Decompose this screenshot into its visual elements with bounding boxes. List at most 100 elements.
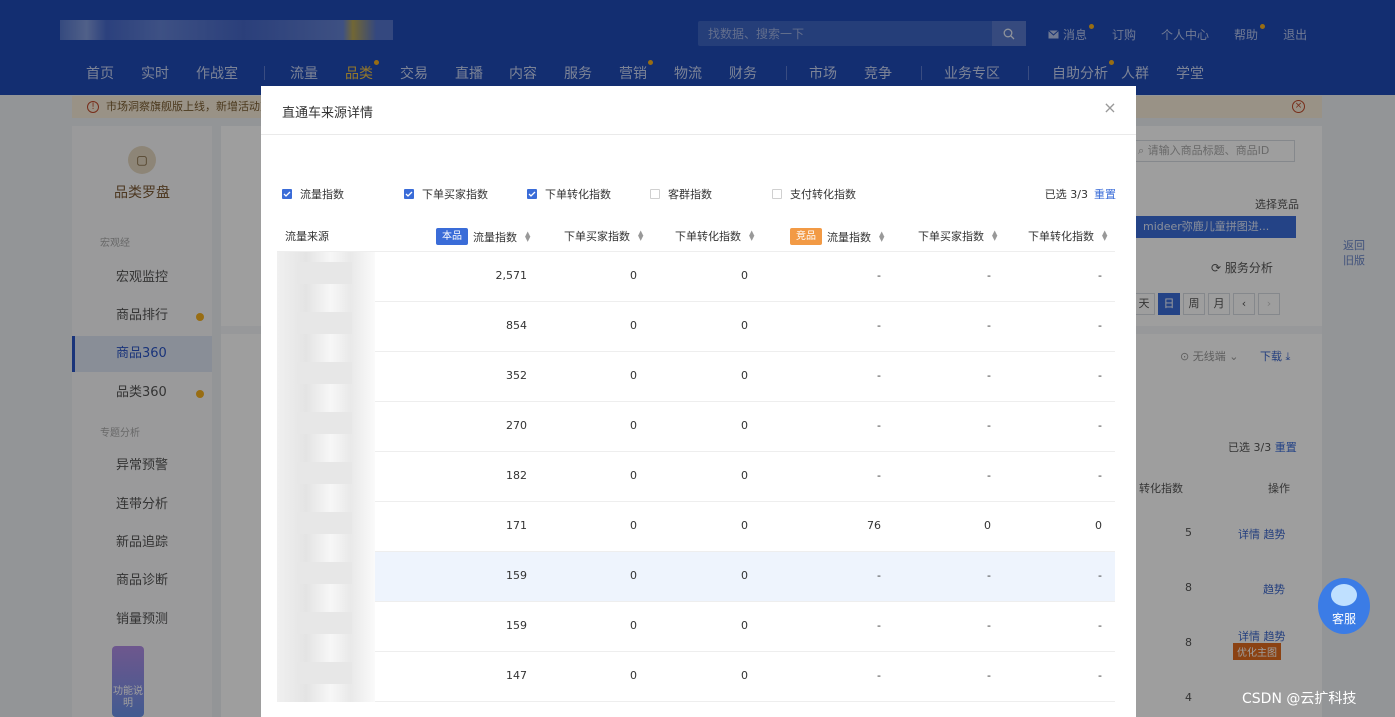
table-cell: - — [877, 269, 881, 282]
table-cell: 0 — [630, 669, 637, 682]
table-cell: - — [987, 269, 991, 282]
table-row[interactable]: 270 0 0 - - - — [277, 402, 1115, 452]
traffic-source-cell[interactable] — [277, 352, 375, 402]
checkbox-label: 下单买家指数 — [422, 188, 488, 201]
table-cell: 0 — [741, 619, 748, 632]
sort-icon: ▲ ▼ — [879, 229, 885, 243]
reset-link[interactable]: 重置 — [1094, 188, 1116, 201]
checkbox-flow-index[interactable]: 流量指数 — [282, 186, 344, 202]
table-row[interactable]: 147 0 0 - - - — [277, 652, 1115, 702]
table-cell: 0 — [741, 369, 748, 382]
checkbox-unchecked-icon — [772, 189, 782, 199]
col-header-own-conversion[interactable]: 下单转化指数 ▲ ▼ — [675, 228, 754, 244]
table-cell: 0 — [984, 519, 991, 532]
table-row[interactable]: 159 0 0 - - - — [277, 602, 1115, 652]
divider — [261, 134, 1136, 135]
checkbox-checked-icon — [282, 189, 292, 199]
checkbox-unchecked-icon — [650, 189, 660, 199]
checkbox-label: 支付转化指数 — [790, 188, 856, 201]
table-row[interactable]: 352 0 0 - - - — [277, 352, 1115, 402]
table-cell: - — [877, 419, 881, 432]
checkbox-conversion-index[interactable]: 下单转化指数 — [527, 186, 611, 202]
col-header-own-flow[interactable]: 本品 流量指数 ▲ ▼ — [436, 228, 530, 245]
traffic-source-cell[interactable] — [277, 302, 375, 352]
col-header-own-buyers[interactable]: 下单买家指数 ▲ ▼ — [564, 228, 643, 244]
table-row[interactable]: 182 0 0 - - - — [277, 452, 1115, 502]
selected-count: 已选 3/3 重置 — [1045, 186, 1116, 202]
table-cell: - — [987, 569, 991, 582]
traffic-source-cell[interactable] — [277, 552, 375, 602]
col-header-label: 下单买家指数 — [918, 230, 984, 243]
table-cell: - — [877, 369, 881, 382]
table-cell: 0 — [630, 519, 637, 532]
col-header-label: 下单买家指数 — [564, 230, 630, 243]
table-row[interactable]: 854 0 0 - - - — [277, 302, 1115, 352]
checkbox-label: 下单转化指数 — [545, 188, 611, 201]
table-cell: 0 — [630, 419, 637, 432]
customer-service-label: 客服 — [1331, 612, 1356, 626]
watermark: CSDN @云扩科技 — [1242, 691, 1357, 707]
traffic-source-cell[interactable] — [277, 502, 375, 552]
col-header-comp-buyers[interactable]: 下单买家指数 ▲ ▼ — [918, 228, 997, 244]
table-cell: 0 — [741, 519, 748, 532]
table-cell: - — [1098, 669, 1102, 682]
traffic-source-cell[interactable] — [277, 652, 375, 702]
traffic-source-cell[interactable] — [277, 452, 375, 502]
modal-title: 直通车来源详情 — [282, 106, 374, 121]
traffic-source-cell[interactable] — [277, 402, 375, 452]
table-cell: 159 — [506, 619, 527, 632]
table-cell: 854 — [506, 319, 527, 332]
table-row[interactable]: 171 0 0 76 0 0 — [277, 502, 1115, 552]
table-cell: 0 — [630, 569, 637, 582]
sort-icon: ▲ ▼ — [992, 229, 998, 242]
customer-service-button[interactable]: 客服 — [1318, 578, 1370, 634]
table-row[interactable]: 159 0 0 - - - — [277, 552, 1115, 602]
table-cell: - — [1098, 619, 1102, 632]
mascot-face-icon — [1331, 584, 1357, 606]
table-cell: 159 — [506, 569, 527, 582]
checkbox-pay-conversion-index[interactable]: 支付转化指数 — [772, 186, 856, 202]
col-header-comp-flow[interactable]: 竞品 流量指数 ▲ ▼ — [790, 228, 884, 245]
table-cell: - — [1098, 469, 1102, 482]
checkbox-checked-icon — [527, 189, 537, 199]
table-cell: - — [987, 319, 991, 332]
table-cell: 0 — [1095, 519, 1102, 532]
col-header-label: 流量指数 — [473, 230, 517, 244]
table-cell: 352 — [506, 369, 527, 382]
col-header-label: 下单转化指数 — [1028, 230, 1094, 243]
col-header-label: 下单转化指数 — [675, 230, 741, 243]
checkbox-crowd-index[interactable]: 客群指数 — [650, 186, 712, 202]
col-header-comp-conversion[interactable]: 下单转化指数 ▲ ▼ — [1028, 228, 1107, 244]
table-cell: - — [1098, 369, 1102, 382]
table-row[interactable]: 2,571 0 0 - - - — [277, 252, 1115, 302]
table-cell: - — [877, 569, 881, 582]
selected-count-label: 已选 3/3 — [1044, 188, 1088, 201]
table-cell: - — [1098, 569, 1102, 582]
table-cell: 2,571 — [495, 269, 528, 282]
table-header: 流量来源 本品 流量指数 ▲ ▼ 下单买家指数 ▲ ▼ 下单转化指数 ▲ ▼ 竞品 流… — [277, 218, 1115, 252]
sort-icon: ▲ ▼ — [525, 229, 531, 243]
close-icon[interactable]: × — [1103, 100, 1117, 116]
table-cell: 76 — [867, 519, 881, 532]
sort-icon: ▲ ▼ — [1102, 229, 1108, 242]
source-detail-modal: 直通车来源详情 × 流量指数 下单买家指数 下单转化指数 客群指数 支付转化指数… — [261, 86, 1136, 717]
traffic-source-cell[interactable] — [277, 602, 375, 652]
checkbox-checked-icon — [404, 189, 414, 199]
table-cell: 270 — [506, 419, 527, 432]
table-cell: - — [877, 669, 881, 682]
table-cell: 0 — [630, 269, 637, 282]
table-cell: - — [987, 669, 991, 682]
table-cell: - — [987, 619, 991, 632]
table-cell: - — [987, 419, 991, 432]
table-cell: - — [1098, 419, 1102, 432]
table-cell: 0 — [741, 469, 748, 482]
checkbox-buyer-index[interactable]: 下单买家指数 — [404, 186, 488, 202]
traffic-source-cell[interactable] — [277, 252, 375, 302]
table-cell: 182 — [506, 469, 527, 482]
table-cell: 0 — [630, 619, 637, 632]
own-product-tag: 本品 — [436, 228, 468, 245]
table-cell: 0 — [741, 669, 748, 682]
sort-icon: ▲ ▼ — [749, 229, 755, 242]
table-cell: 147 — [506, 669, 527, 682]
table-cell: 0 — [630, 369, 637, 382]
